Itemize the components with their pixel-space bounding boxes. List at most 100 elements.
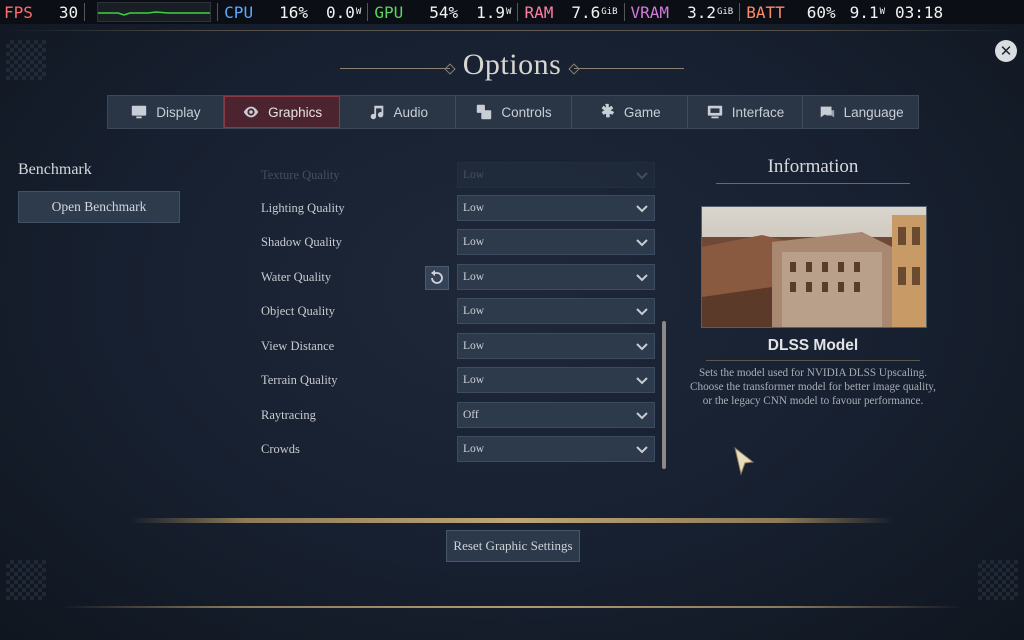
mouse-cursor-icon	[734, 446, 755, 476]
cpu-power-unit: W	[355, 7, 362, 17]
dropdown-value: Low	[463, 305, 485, 317]
undo-icon	[431, 270, 443, 284]
settings-scrollbar[interactable]	[662, 321, 666, 469]
tab-interface[interactable]: Interface	[688, 96, 804, 128]
chevron-down-icon	[636, 239, 648, 247]
batt-power: 9.1	[849, 2, 879, 22]
shadow-quality-dropdown[interactable]: Low	[457, 229, 655, 255]
divider	[84, 3, 86, 21]
tab-language[interactable]: Language	[803, 96, 918, 128]
setting-row-object-quality[interactable]: Object Quality Low	[253, 296, 673, 326]
setting-label: Texture Quality	[261, 168, 340, 182]
setting-row-view-distance[interactable]: View Distance Low	[253, 331, 673, 361]
texture-quality-dropdown[interactable]: Low	[457, 162, 655, 188]
chevron-down-icon	[636, 446, 648, 454]
crowds-dropdown[interactable]: Low	[457, 436, 655, 462]
information-heading: Information	[767, 156, 859, 177]
tab-label: Display	[156, 104, 201, 120]
object-quality-dropdown[interactable]: Low	[457, 298, 655, 324]
title-ornament-right	[574, 68, 684, 69]
setting-row-terrain-quality[interactable]: Terrain Quality Low	[253, 365, 673, 395]
divider	[716, 183, 910, 184]
setting-row-raytracing[interactable]: Raytracing Off	[253, 400, 673, 430]
divider	[517, 3, 519, 21]
tab-game[interactable]: Game	[572, 96, 688, 128]
gear-icon	[601, 103, 615, 118]
reset-graphic-settings-button[interactable]: Reset Graphic Settings	[446, 530, 580, 562]
fps-label: FPS	[4, 2, 33, 22]
page-title: Options	[462, 48, 562, 81]
tab-graphics[interactable]: Graphics	[223, 96, 341, 128]
open-benchmark-button[interactable]: Open Benchmark	[18, 191, 180, 223]
setting-info-title: DLSS Model	[767, 337, 859, 354]
close-button[interactable]: ✕	[995, 40, 1017, 62]
preview-image	[701, 206, 927, 328]
setting-info-description: Sets the model used for NVIDIA DLSS Upsc…	[690, 367, 936, 407]
dropdown-value: Off	[463, 409, 479, 421]
gpu-usage: 54%	[429, 2, 459, 22]
clock: 03:18	[895, 2, 944, 22]
chevron-down-icon	[636, 308, 648, 316]
chevron-down-icon	[636, 412, 648, 420]
vram-unit: GiB	[716, 7, 734, 17]
frame-bottom-line	[60, 606, 964, 608]
tab-audio[interactable]: Audio	[340, 96, 457, 128]
tab-controls[interactable]: Controls	[456, 96, 572, 128]
setting-label: Water Quality	[261, 270, 332, 284]
terrain-quality-dropdown[interactable]: Low	[457, 367, 655, 393]
batt-percent: 60%	[806, 2, 836, 22]
divider	[367, 3, 369, 21]
gpu-label: GPU	[374, 2, 404, 22]
chevron-down-icon	[636, 172, 648, 180]
frame-top-line	[0, 30, 1024, 31]
lighting-quality-dropdown[interactable]: Low	[457, 195, 655, 221]
chevron-down-icon	[636, 274, 648, 282]
setting-row-shadow-quality[interactable]: Shadow Quality Low	[253, 227, 673, 257]
tab-label: Graphics	[268, 104, 323, 120]
close-icon: ✕	[999, 42, 1013, 60]
performance-overlay: FPS 30 CPU 16% 0.0 W GPU 54% 1.9 W RAM 7.6…	[0, 0, 1024, 24]
chevron-down-icon	[636, 343, 648, 351]
setting-label: Lighting Quality	[261, 201, 345, 215]
cpu-label: CPU	[224, 2, 254, 22]
dropdown-value: Low	[463, 236, 485, 248]
dropdown-value: Low	[463, 202, 485, 214]
setting-row-texture-quality[interactable]: Texture Quality Low	[253, 160, 673, 190]
corner-ornament	[6, 560, 46, 600]
setting-label: View Distance	[261, 339, 335, 353]
tab-label: Audio	[393, 104, 429, 120]
gpu-power-unit: W	[506, 7, 512, 17]
fps-value: 30	[58, 2, 79, 22]
chevron-down-icon	[636, 377, 648, 385]
vram-label: VRAM	[630, 2, 670, 22]
monitor-icon	[132, 105, 147, 119]
ram-value: 7.6	[571, 2, 601, 22]
cpu-usage: 16%	[279, 2, 308, 22]
tab-label: Game	[623, 104, 661, 120]
cpu-power: 0.0	[325, 2, 355, 22]
raytracing-dropdown[interactable]: Off	[457, 402, 655, 428]
bottom-ornament-bar	[130, 518, 894, 523]
tab-display[interactable]: Display	[108, 96, 224, 128]
tab-label: Controls	[501, 104, 552, 120]
ram-label: RAM	[524, 2, 554, 22]
reset-setting-button[interactable]	[425, 266, 449, 290]
batt-power-unit: W	[879, 7, 885, 17]
water-quality-dropdown[interactable]: Low	[457, 264, 655, 290]
setting-label: Raytracing	[261, 408, 316, 422]
setting-row-lighting-quality[interactable]: Lighting Quality Low	[253, 193, 673, 223]
chevron-down-icon	[636, 205, 648, 213]
corner-ornament	[978, 560, 1018, 600]
batt-label: BATT	[746, 2, 785, 22]
setting-label: Terrain Quality	[261, 373, 338, 387]
dropdown-value: Low	[463, 271, 485, 283]
view-distance-dropdown[interactable]: Low	[457, 333, 655, 359]
divider	[623, 3, 625, 21]
setting-row-crowds[interactable]: Crowds Low	[253, 434, 673, 464]
graphics-settings-list[interactable]: Texture Quality Low Lighting Quality Low…	[253, 158, 673, 470]
setting-row-water-quality[interactable]: Water Quality Low	[253, 262, 673, 292]
divider	[217, 3, 219, 21]
interface-icon	[707, 105, 722, 119]
vram-value: 3.2	[687, 2, 716, 22]
eye-icon	[243, 106, 259, 118]
